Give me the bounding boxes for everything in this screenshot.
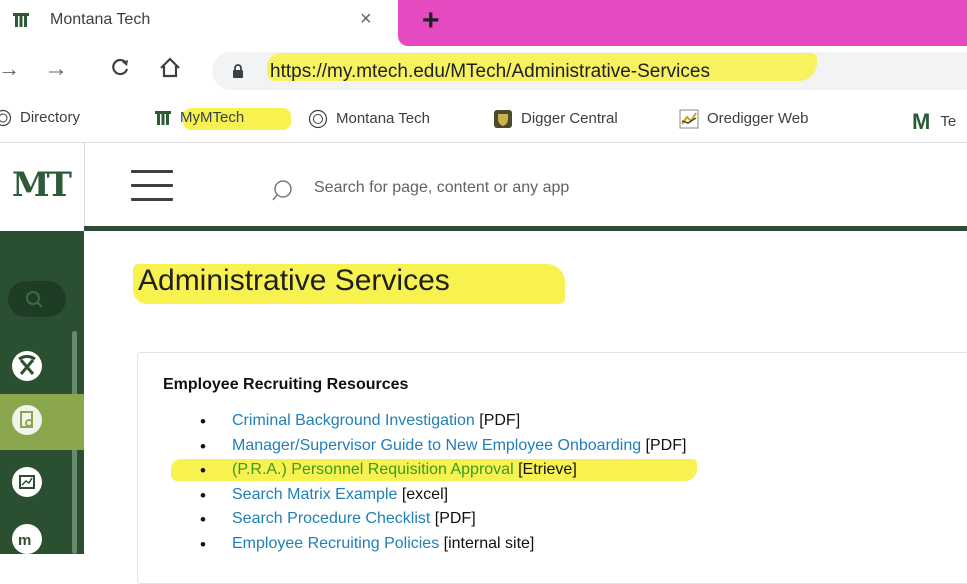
lock-icon — [233, 64, 243, 78]
home-icon[interactable] — [158, 56, 182, 80]
chart-icon — [679, 109, 699, 129]
search-input[interactable]: Search for page, content or any app — [314, 179, 569, 197]
search-icon — [26, 291, 43, 308]
back-arrow-icon[interactable]: → — [0, 56, 20, 82]
bookmark-oredigger-web[interactable]: Oredigger Web — [679, 109, 808, 129]
resource-link[interactable]: Search Matrix Example [excel] — [232, 486, 448, 504]
resource-link[interactable]: Employee Recruiting Policies [internal s… — [232, 535, 534, 553]
document-search-icon — [12, 405, 42, 435]
menu-icon[interactable] — [131, 170, 173, 204]
new-tab-area: + — [398, 0, 967, 46]
sidebar-search-button[interactable] — [8, 281, 66, 317]
resource-link[interactable]: Search Procedure Checklist [PDF] — [232, 510, 476, 528]
seal-icon — [308, 109, 328, 129]
sidebar-item-active[interactable] — [0, 394, 84, 450]
search-icon — [272, 180, 292, 201]
resource-link[interactable]: (P.R.A.) Personnel Requisition Approval … — [232, 461, 577, 479]
forward-arrow-icon[interactable]: → — [44, 55, 68, 83]
bookmark-directory[interactable]: Directory — [0, 109, 80, 127]
bookmark-digger-central[interactable]: Digger Central — [493, 109, 618, 129]
chart-icon[interactable] — [12, 467, 42, 497]
page-title: Administrative Services — [138, 264, 450, 297]
mt-logo[interactable]: MT — [12, 165, 72, 205]
bookmark-mymtech[interactable]: MyMTech — [154, 109, 244, 127]
tab-title: Montana Tech — [50, 11, 151, 28]
svg-text:m: m — [18, 532, 31, 549]
seal-icon — [0, 109, 12, 127]
resource-link[interactable]: Criminal Background Investigation [PDF] — [232, 412, 520, 430]
card-heading: Employee Recruiting Resources — [163, 376, 409, 393]
reload-icon[interactable] — [110, 57, 130, 77]
new-tab-button[interactable]: + — [422, 2, 440, 40]
sidebar: m — [0, 231, 84, 554]
tab-close-button[interactable]: × — [360, 8, 372, 31]
mt-logo-icon — [155, 111, 171, 126]
resource-link[interactable]: Manager/Supervisor Guide to New Employee… — [232, 437, 686, 455]
mt-logo-icon — [13, 13, 29, 27]
shield-icon — [494, 110, 512, 128]
m-logo-icon: M — [912, 109, 931, 134]
pickaxe-icon[interactable] — [12, 351, 42, 381]
logo-cell: MT — [0, 143, 85, 229]
app-header: MT Search for page, content or any app — [0, 143, 967, 229]
app-logo-icon[interactable]: m — [12, 524, 42, 554]
tab-strip: Montana Tech × + — [0, 0, 967, 46]
bookmark-te[interactable]: M Te — [912, 109, 956, 135]
bookmarks-bar: Directory MyMTech Montana Tech Digger Ce… — [0, 98, 967, 143]
url-text[interactable]: https://my.mtech.edu/MTech/Administrativ… — [270, 61, 710, 83]
bookmark-montana-tech[interactable]: Montana Tech — [308, 109, 430, 129]
header-divider — [84, 226, 967, 231]
browser-tab[interactable]: Montana Tech × — [0, 0, 398, 46]
